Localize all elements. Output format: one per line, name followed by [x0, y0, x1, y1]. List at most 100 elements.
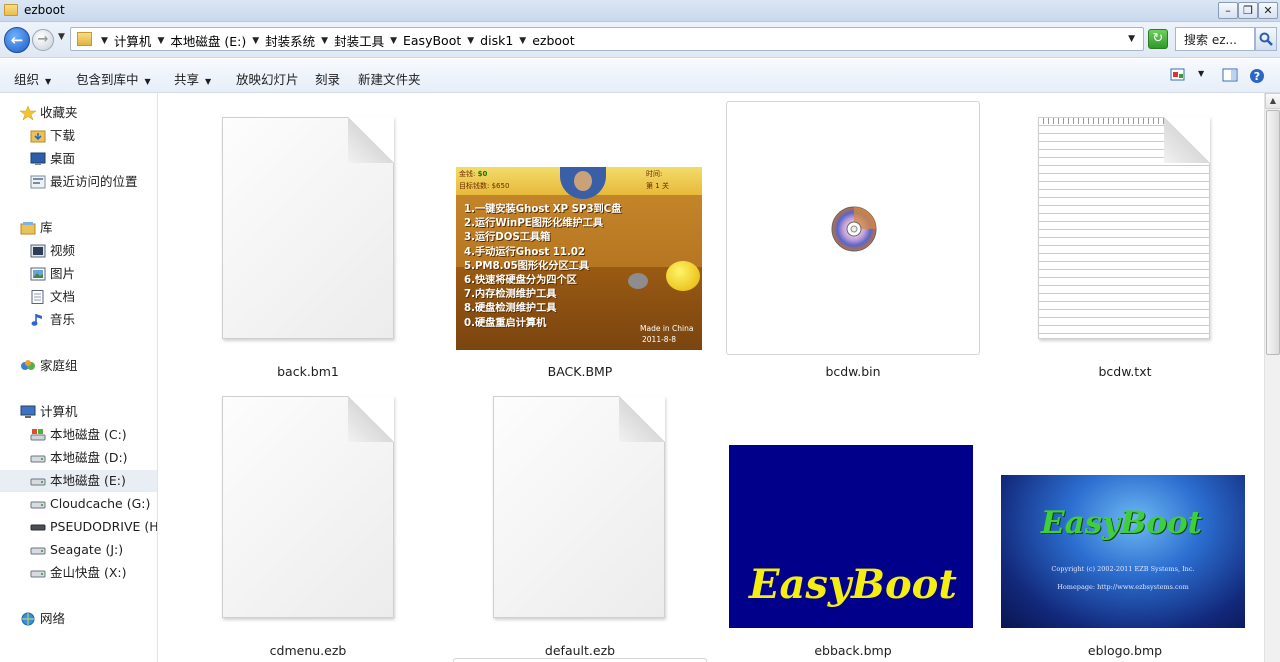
preview-pane-icon	[1222, 68, 1238, 82]
close-button[interactable]: ✕	[1258, 2, 1278, 19]
network-icon	[21, 612, 35, 626]
nav-item-videos[interactable]: 视频	[30, 240, 156, 262]
help-button[interactable]: ?	[1249, 68, 1265, 87]
breadcrumb-separator[interactable]: ▼	[317, 36, 332, 46]
nav-item-documents[interactable]: 文档	[30, 286, 156, 308]
nav-item-drive-j[interactable]: Seagate (J:)	[30, 539, 156, 561]
new-folder-button[interactable]: 新建文件夹	[358, 69, 421, 88]
system-drive-icon	[30, 429, 46, 441]
nav-favorites[interactable]: 收藏夹	[20, 102, 150, 124]
downloads-folder-icon	[30, 130, 46, 143]
nav-item-recent-places[interactable]: 最近访问的位置	[30, 171, 156, 193]
back-bmp-thumbnail: 金钱: $0 目标钱数: $650 时间: 第 1 关 1.一键安装Ghost …	[456, 167, 702, 350]
search-input[interactable]: 搜索 ez...	[1175, 27, 1255, 51]
file-name: back.bm1	[277, 364, 339, 379]
disc-icon	[831, 206, 877, 252]
breadcrumb-computer[interactable]: 计算机	[112, 31, 154, 50]
text-document-icon	[1038, 117, 1210, 339]
refresh-button[interactable]: ↻	[1148, 29, 1168, 49]
nav-computer[interactable]: 计算机	[20, 401, 150, 423]
view-icon	[1170, 68, 1185, 81]
preview-pane-button[interactable]	[1222, 68, 1238, 85]
breadcrumb: ▼ 计算机 ▼ 本地磁盘 (E:) ▼ 封装系统 ▼ 封装工具 ▼ EasyBo…	[97, 31, 577, 50]
minimize-button[interactable]: –	[1218, 2, 1238, 19]
nav-item-pictures[interactable]: 图片	[30, 263, 156, 285]
breadcrumb-separator[interactable]: ▼	[463, 36, 478, 46]
nav-item-downloads[interactable]: 下载	[30, 125, 156, 147]
search-button[interactable]	[1255, 27, 1277, 51]
breadcrumb-separator[interactable]: ▼	[515, 36, 530, 46]
nav-item-music[interactable]: 音乐	[30, 309, 156, 331]
file-name: BACK.BMP	[547, 364, 613, 379]
file-item[interactable]: bcdw.bin	[724, 101, 982, 379]
partial-file-item[interactable]	[453, 658, 707, 662]
chevron-down-icon: ▼	[45, 77, 52, 86]
hard-drive-icon	[30, 478, 46, 486]
computer-icon	[20, 405, 36, 418]
music-library-icon	[31, 314, 42, 326]
nav-item-drive-d[interactable]: 本地磁盘 (D:)	[30, 447, 156, 469]
nav-item-drive-c[interactable]: 本地磁盘 (C:)	[30, 424, 156, 446]
breadcrumb-folder[interactable]: 封装工具	[332, 31, 386, 50]
breadcrumb-drive-e[interactable]: 本地磁盘 (E:)	[168, 31, 248, 50]
chevron-down-icon: ▼	[205, 77, 212, 86]
blank-document-icon	[222, 396, 394, 618]
change-view-button[interactable]	[1170, 68, 1186, 85]
file-name: default.ezb	[544, 643, 616, 658]
nav-item-drive-g[interactable]: Cloudcache (G:)	[30, 493, 156, 515]
scroll-thumb[interactable]	[1266, 110, 1280, 355]
help-icon: ?	[1250, 69, 1264, 83]
search-icon	[1259, 32, 1273, 46]
address-bar-row: ← → ▼ ▼ 计算机 ▼ 本地磁盘 (E:) ▼ 封装系统 ▼ 封装工具 ▼ …	[0, 22, 1280, 58]
recent-pages-dropdown[interactable]: ▼	[58, 32, 65, 42]
file-item[interactable]: EasyBoot ebback.bmp	[724, 380, 982, 658]
boot-menu-list: 1.一键安装Ghost XP SP3到C盘 2.运行WinPE图形化维护工具 3…	[464, 204, 622, 329]
breadcrumb-separator[interactable]: ▼	[248, 36, 263, 46]
breadcrumb-current[interactable]: ezboot	[530, 33, 576, 48]
homegroup-icon	[21, 360, 35, 370]
forward-button[interactable]: →	[32, 29, 54, 51]
burn-button[interactable]: 刻录	[315, 69, 340, 88]
file-item[interactable]: default.ezb	[451, 380, 709, 658]
svg-text:?: ?	[1254, 70, 1260, 83]
desktop-icon	[30, 152, 46, 165]
nav-network[interactable]: 网络	[20, 608, 150, 630]
scroll-up-button[interactable]: ▲	[1265, 93, 1280, 109]
nav-item-desktop[interactable]: 桌面	[30, 148, 156, 170]
breadcrumb-separator[interactable]: ▼	[97, 36, 112, 46]
include-in-library-menu[interactable]: 包含到库中 ▼	[76, 69, 151, 88]
organize-menu[interactable]: 组织 ▼	[14, 69, 51, 88]
breadcrumb-folder[interactable]: EasyBoot	[401, 33, 463, 48]
address-field[interactable]: ▼ 计算机 ▼ 本地磁盘 (E:) ▼ 封装系统 ▼ 封装工具 ▼ EasyBo…	[70, 27, 1144, 51]
share-menu[interactable]: 共享 ▼	[174, 69, 211, 88]
hard-drive-icon	[30, 547, 46, 555]
back-button[interactable]: ←	[4, 27, 30, 53]
file-item[interactable]: cdmenu.ezb	[179, 380, 437, 658]
hard-drive-icon	[30, 501, 46, 509]
breadcrumb-separator[interactable]: ▼	[153, 36, 168, 46]
file-name: ebback.bmp	[814, 643, 892, 658]
eblogo-bmp-thumbnail: EasyBoot Copyright (c) 2002-2011 EZB Sys…	[1001, 475, 1245, 628]
view-options-dropdown[interactable]: ▼	[1198, 69, 1204, 78]
breadcrumb-separator[interactable]: ▼	[386, 36, 401, 46]
file-item[interactable]: EasyBoot Copyright (c) 2002-2011 EZB Sys…	[996, 380, 1254, 658]
restore-button[interactable]: ❐	[1238, 2, 1258, 19]
hard-drive-icon	[30, 455, 46, 463]
hard-drive-icon	[30, 570, 46, 578]
nav-libraries[interactable]: 库	[20, 217, 150, 239]
address-history-dropdown[interactable]: ▼	[1128, 34, 1135, 44]
slideshow-button[interactable]: 放映幻灯片	[236, 69, 299, 88]
breadcrumb-folder[interactable]: disk1	[478, 33, 515, 48]
nav-item-drive-e[interactable]: 本地磁盘 (E:)	[0, 470, 157, 492]
nav-homegroup[interactable]: 家庭组	[20, 355, 150, 377]
breadcrumb-folder[interactable]: 封装系统	[263, 31, 317, 50]
nav-item-drive-h[interactable]: PSEUDODRIVE (H:	[30, 516, 157, 538]
file-name: eblogo.bmp	[1087, 643, 1163, 658]
vertical-scrollbar[interactable]: ▲	[1264, 93, 1280, 662]
file-item[interactable]: 金钱: $0 目标钱数: $650 时间: 第 1 关 1.一键安装Ghost …	[451, 101, 709, 379]
file-item[interactable]: bcdw.txt	[996, 101, 1254, 379]
chevron-down-icon: ▼	[144, 77, 151, 86]
file-item[interactable]: back.bm1	[179, 101, 437, 379]
ebback-bmp-thumbnail: EasyBoot	[729, 445, 973, 628]
nav-item-drive-x[interactable]: 金山快盘 (X:)	[30, 562, 156, 584]
